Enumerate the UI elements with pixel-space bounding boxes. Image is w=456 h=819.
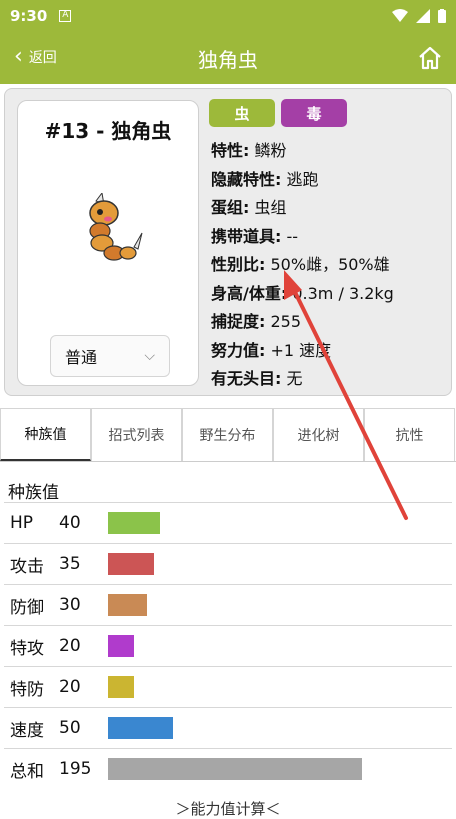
home-icon[interactable]: [416, 44, 444, 72]
stat-row-total: 总和 195: [4, 748, 452, 789]
section-title: 种族值: [8, 483, 59, 503]
info-label: 身高/体重:: [211, 283, 288, 303]
stat-value: 30: [59, 595, 81, 615]
stat-value: 20: [59, 677, 81, 697]
pokemon-info-list: 特性: 鳞粉 隐藏特性: 逃跑 蛋组: 虫组 携带道具: -- 性别比: 50%…: [211, 137, 394, 394]
stat-name: 攻击: [10, 556, 44, 577]
info-value: 50%雌，50%雄: [270, 255, 390, 274]
stat-value: 50: [59, 718, 81, 738]
base-stats-list: HP 40 攻击 35 防御 30 特攻 20 特防 20 速度 50 总和 1…: [4, 502, 452, 789]
chevron-left-icon: ‹: [14, 44, 23, 69]
stat-row-sp-defense: 特防 20: [4, 666, 452, 707]
stat-name: 特防: [10, 679, 44, 700]
info-row-height-weight: 身高/体重: 0.3m / 3.2kg: [211, 280, 394, 309]
info-label: 蛋组:: [211, 198, 250, 217]
info-value: --: [286, 226, 299, 246]
tab-moves[interactable]: 招式列表: [91, 408, 182, 461]
info-row-hidden-ability: 隐藏特性: 逃跑: [211, 166, 394, 195]
stat-bar: [108, 594, 147, 616]
info-label: 特性:: [211, 141, 250, 160]
stat-name: 防御: [10, 597, 44, 618]
info-value: 逃跑: [286, 169, 319, 189]
tab-locations[interactable]: 野生分布: [182, 408, 273, 461]
info-row-catch-rate: 捕捉度: 255: [211, 308, 394, 337]
stat-row-speed: 速度 50: [4, 707, 452, 748]
info-value: +1 速度: [270, 340, 332, 360]
status-icons: [392, 9, 446, 23]
info-label: 捕捉度:: [211, 312, 266, 331]
stat-calculator-link[interactable]: ＞能力值计算＜: [0, 798, 456, 819]
stat-value: 40: [59, 513, 81, 533]
tab-evolution[interactable]: 进化树: [273, 408, 364, 461]
stat-name: 特攻: [10, 638, 44, 659]
info-value: 0.3m / 3.2kg: [292, 283, 394, 303]
chevron-down-icon: ⌵: [144, 348, 155, 364]
form-select-value: 普通: [65, 348, 98, 367]
status-bar: 9:30 A: [0, 0, 456, 32]
stat-bar: [108, 635, 134, 657]
page-title: 独角虫: [198, 47, 258, 72]
stat-row-hp: HP 40: [4, 502, 452, 543]
stat-value: 35: [59, 554, 81, 574]
stat-value: 20: [59, 636, 81, 656]
pokemon-sprite: [89, 193, 143, 261]
stat-bar: [108, 512, 160, 534]
stat-name: 总和: [10, 761, 44, 782]
info-row-gender-ratio: 性别比: 50%雌，50%雄: [211, 251, 394, 280]
info-label: 携带道具:: [211, 226, 282, 246]
stat-bar: [108, 758, 362, 780]
wifi-icon: [392, 9, 408, 22]
stat-bar: [108, 717, 173, 739]
tab-bar: 种族值 招式列表 野生分布 进化树 抗性: [0, 408, 456, 462]
tab-resistance[interactable]: 抗性: [364, 408, 455, 461]
pokemon-name: #13 - 独角虫: [44, 119, 172, 143]
info-label: 性别比:: [211, 255, 266, 274]
stat-row-defense: 防御 30: [4, 584, 452, 625]
back-label: 返回: [28, 50, 57, 66]
info-value: 虫组: [254, 198, 287, 217]
signal-icon: [416, 9, 430, 23]
stat-bar: [108, 553, 154, 575]
info-row-effort-value: 努力值: +1 速度: [211, 337, 394, 366]
stat-bar: [108, 676, 134, 698]
type-badge-bug[interactable]: 虫: [209, 99, 275, 127]
info-row-ability: 特性: 鳞粉: [211, 137, 394, 166]
stat-name: 速度: [10, 720, 44, 741]
stat-row-attack: 攻击 35: [4, 543, 452, 584]
stat-row-sp-attack: 特攻 20: [4, 625, 452, 666]
tab-base-stats[interactable]: 种族值: [0, 408, 91, 461]
info-row-boss: 有无头目: 无: [211, 365, 394, 394]
type-badge-poison[interactable]: 毒: [281, 99, 347, 127]
stat-name: HP: [10, 513, 34, 533]
info-value: 255: [270, 312, 302, 331]
info-row-held-item: 携带道具: --: [211, 223, 394, 252]
pokemon-sprite-panel: #13 - 独角虫 普通 ⌵: [17, 100, 199, 386]
back-button[interactable]: ‹ 返回: [14, 46, 57, 68]
notification-icon: A: [59, 10, 72, 22]
app-bar: ‹ 返回 独角虫: [0, 32, 456, 84]
info-row-egg-group: 蛋组: 虫组: [211, 194, 394, 223]
info-label: 努力值:: [211, 340, 266, 360]
form-select[interactable]: 普通 ⌵: [50, 335, 170, 377]
info-value: 鳞粉: [254, 141, 287, 160]
pokemon-info-card: #13 - 独角虫 普通 ⌵ 虫 毒 特性: 鳞粉 隐藏特性: 逃跑 蛋组: 虫…: [4, 88, 452, 396]
info-label: 隐藏特性:: [211, 169, 282, 189]
stat-value: 195: [59, 759, 92, 779]
battery-icon: [438, 9, 446, 23]
info-value: 无: [286, 369, 303, 388]
type-badges: 虫 毒: [209, 99, 347, 127]
info-label: 有无头目:: [211, 369, 282, 388]
status-time: 9:30: [10, 7, 48, 25]
